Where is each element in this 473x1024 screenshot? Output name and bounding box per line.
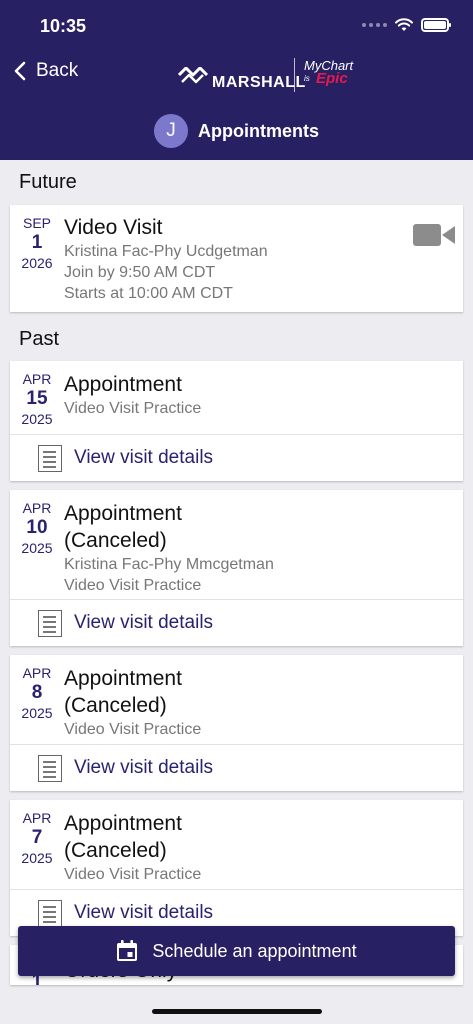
video-camera-icon[interactable] — [413, 223, 455, 247]
date-year: 2025 — [21, 705, 53, 721]
appointment-title: Video Visit — [64, 216, 163, 239]
view-visit-details-link[interactable]: View visit details — [10, 435, 463, 481]
date-year: 2025 — [21, 540, 53, 556]
date-month: SEP — [22, 215, 51, 231]
status-bar: 10:35 — [0, 14, 473, 40]
date-year: 2025 — [21, 850, 53, 866]
date-day: 7 — [31, 827, 43, 848]
brand-epic-prefix: is — [304, 74, 310, 83]
section-title-past: Past — [19, 328, 60, 350]
appointment-status: (Canceled) — [64, 529, 167, 552]
date-year: 2025 — [21, 411, 53, 427]
marshall-mark-icon — [178, 67, 208, 84]
brand-epic: Epic — [316, 70, 348, 87]
date-day: 15 — [26, 388, 48, 409]
appointment-date: APR 15 2025 — [10, 371, 64, 429]
view-visit-details-link[interactable]: View visit details — [10, 600, 463, 646]
appointment-location: Video Visit Practice — [64, 721, 202, 738]
appointment-provider: Kristina Fac-Phy Ucdgetman — [64, 243, 268, 260]
date-day: 10 — [26, 517, 48, 538]
battery-icon — [421, 18, 451, 32]
document-icon — [38, 900, 62, 927]
appointment-date: SEP 1 2026 — [10, 215, 64, 273]
view-visit-details-link[interactable]: View visit details — [10, 745, 463, 791]
appointment-location: Video Visit Practice — [64, 400, 202, 417]
date-month: APR — [22, 810, 52, 826]
view-visit-details-label: View visit details — [74, 447, 214, 468]
signal-icon — [362, 23, 387, 27]
appointment-card[interactable]: APR 15 2025 Appointment Video Visit Prac… — [10, 361, 463, 481]
calendar-icon — [117, 940, 138, 961]
page-title: Appointments — [198, 120, 319, 141]
date-month: APR — [22, 665, 52, 681]
appointment-title: Appointment — [64, 667, 182, 690]
appointment-date: APR 7 2025 — [10, 810, 64, 868]
appointment-status: (Canceled) — [64, 694, 167, 717]
appointment-provider: Kristina Fac-Phy Mmcgetman — [64, 556, 274, 573]
back-label: Back — [36, 60, 79, 81]
brand-org: MARSHALL — [212, 74, 306, 91]
view-visit-details-label: View visit details — [74, 902, 214, 923]
page-title-row: J Appointments — [0, 114, 473, 148]
appointment-card[interactable]: APR 10 2025 Appointment (Canceled) Krist… — [10, 490, 463, 646]
document-icon — [38, 445, 62, 472]
date-year: 2026 — [21, 255, 53, 271]
appointment-title: Appointment — [64, 373, 182, 396]
date-day: 1 — [31, 232, 43, 253]
appointment-status: (Canceled) — [64, 839, 167, 862]
appointment-location: Video Visit Practice — [64, 866, 202, 883]
date-day: 8 — [31, 682, 43, 703]
status-icons — [362, 18, 451, 32]
schedule-appointment-button[interactable]: Schedule an appointment — [18, 926, 455, 976]
appointment-start-time: Starts at 10:00 AM CDT — [64, 285, 233, 302]
appointment-card[interactable]: APR 8 2025 Appointment (Canceled) Video … — [10, 655, 463, 791]
brand-divider — [294, 58, 295, 92]
marshall-logo: MARSHALL — [178, 60, 306, 92]
schedule-appointment-label: Schedule an appointment — [152, 940, 357, 961]
appointment-title: Appointment — [64, 812, 182, 835]
appointment-date: APR 8 2025 — [10, 665, 64, 723]
document-icon — [38, 610, 62, 637]
section-title-future: Future — [19, 171, 77, 193]
view-visit-details-label: View visit details — [74, 757, 214, 778]
appointment-title: Appointment — [64, 502, 182, 525]
avatar[interactable]: J — [154, 114, 188, 148]
view-visit-details-label: View visit details — [74, 612, 214, 633]
date-month: APR — [22, 500, 52, 516]
back-button[interactable]: Back — [14, 60, 78, 82]
appointment-join-time: Join by 9:50 AM CDT — [64, 264, 216, 281]
wifi-icon — [395, 18, 413, 31]
document-icon — [38, 755, 62, 782]
app-header: 10:35 Back MARSHALL MyChart is Epic J Ap… — [0, 0, 473, 160]
appointment-date: APR 10 2025 — [10, 500, 64, 558]
appointment-card[interactable]: APR 7 2025 Appointment (Canceled) Video … — [10, 800, 463, 936]
chevron-left-icon — [14, 61, 26, 81]
brand-logo: MARSHALL MyChart is Epic — [178, 56, 368, 94]
date-month: APR — [22, 371, 52, 387]
appointment-card-future[interactable]: SEP 1 2026 Video Visit Kristina Fac-Phy … — [10, 205, 463, 312]
appointment-location: Video Visit Practice — [64, 577, 202, 594]
home-indicator[interactable] — [152, 1009, 322, 1014]
status-time: 10:35 — [40, 16, 87, 36]
